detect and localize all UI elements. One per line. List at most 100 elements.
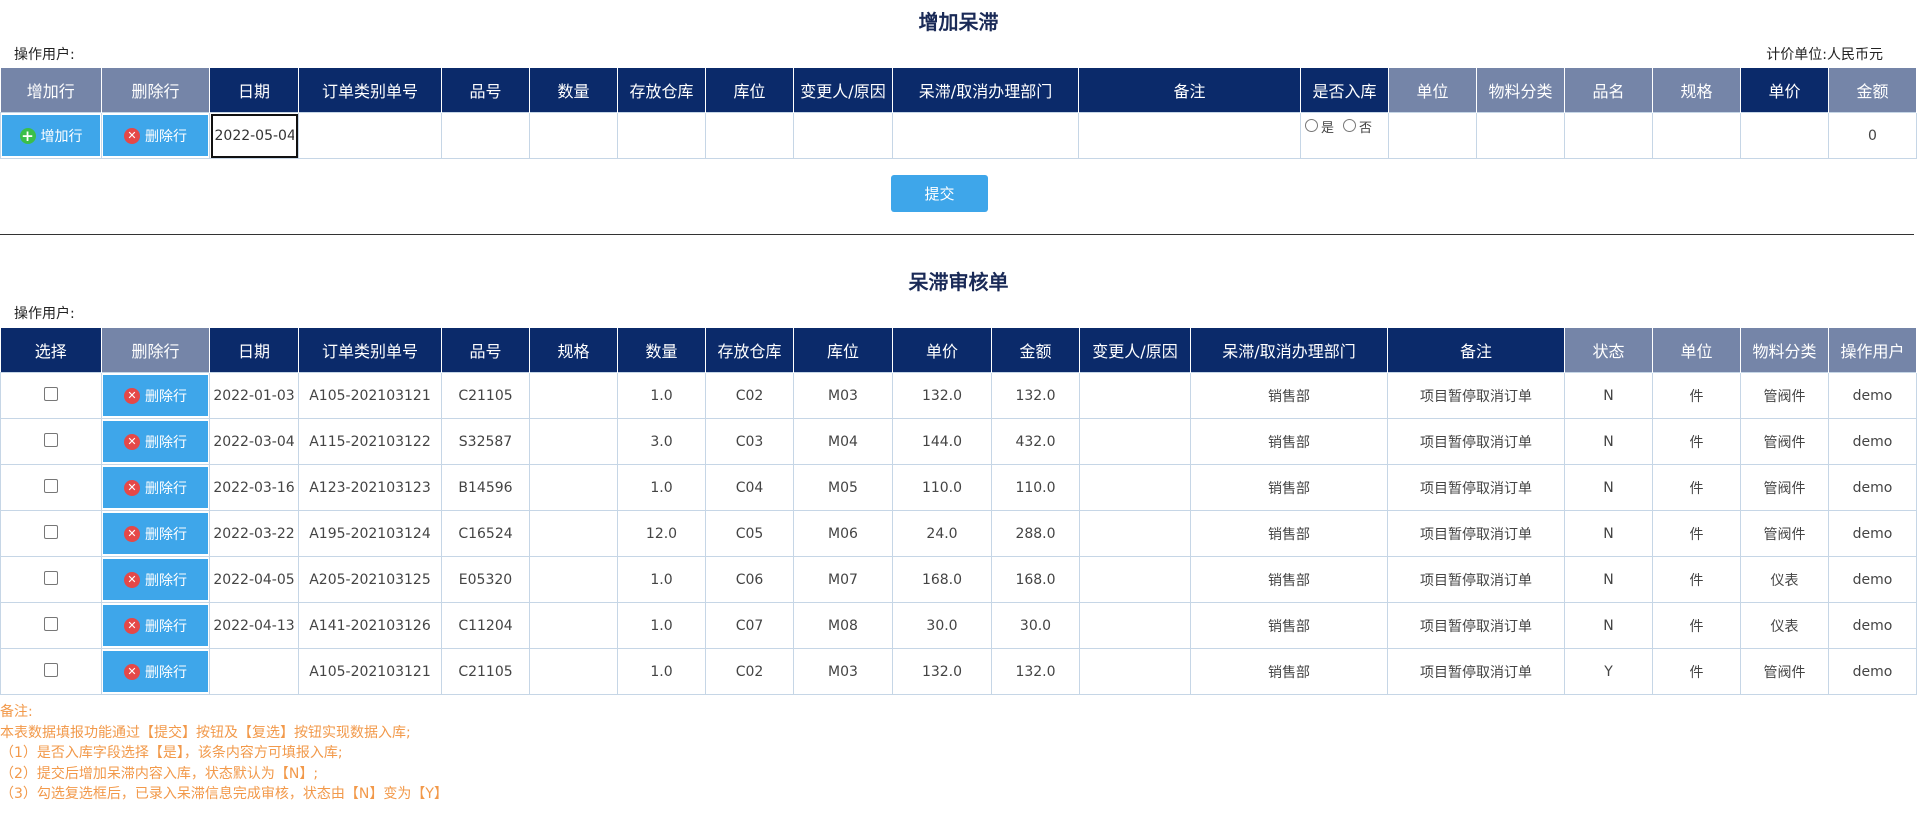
- cell-status: N: [1564, 372, 1653, 419]
- delete-row-cell: ✕ 删除行: [101, 602, 210, 649]
- review-header-cell: 品号: [441, 328, 530, 373]
- warehouse-input-cell[interactable]: [617, 112, 706, 159]
- radio-no[interactable]: [1343, 119, 1357, 132]
- close-circle-icon: ✕: [124, 663, 140, 680]
- review-header-cell: 日期: [209, 328, 299, 373]
- radio-no-label: 否: [1359, 121, 1373, 136]
- delete-row-button[interactable]: ✕ 删除行: [103, 115, 208, 156]
- cell-changer: [1079, 418, 1191, 465]
- select-cell: [0, 464, 102, 511]
- cell-amount: 132.0: [991, 648, 1080, 695]
- cell-price: 144.0: [892, 418, 992, 465]
- table-row: ✕ 删除行 2022-03-22 A195-202103124 C16524 12.0 C0…: [0, 510, 1917, 557]
- cell-price: 24.0: [892, 510, 992, 557]
- add-form-header-cell: 增加行: [0, 68, 102, 113]
- radio-yes-label: 是: [1321, 121, 1335, 136]
- review-header-cell: 订单类别单号: [298, 328, 442, 373]
- add-form-title: 增加呆滞: [918, 10, 999, 34]
- cell-order: A105-202103121: [298, 648, 442, 695]
- cell-note: 项目暂停取消订单: [1387, 602, 1565, 649]
- review-operator-label: 操作用户:: [14, 306, 75, 322]
- cell-note: 项目暂停取消订单: [1387, 464, 1565, 511]
- currency-unit: 计价单位:人民币元: [1766, 44, 1883, 64]
- review-header-cell: 备注: [1387, 328, 1565, 373]
- name-cell[interactable]: [1564, 112, 1653, 159]
- add-form-header-row: 增加行 删除行 日期 订单类别单号 品号 数量 存放仓库 库位 变更人/原因 呆滞/取消办理部门备…: [0, 68, 1917, 113]
- cell-order: A195-202103124: [298, 510, 442, 557]
- close-circle-icon: ✕: [124, 387, 140, 404]
- note-line: （2）提交后增加呆滞内容入库，状态默认为【N】;: [0, 765, 319, 782]
- row-checkbox[interactable]: [44, 570, 58, 585]
- part-input-cell[interactable]: [441, 112, 530, 159]
- cell-amount: 110.0: [991, 464, 1080, 511]
- cell-qty: 1.0: [617, 648, 706, 695]
- delete-row-button[interactable]: ✕ 删除行: [103, 651, 208, 692]
- review-header-cell: 库位: [793, 328, 893, 373]
- row-checkbox[interactable]: [44, 524, 58, 539]
- cell-changer: [1079, 510, 1191, 557]
- delete-row-button[interactable]: ✕ 删除行: [103, 375, 208, 416]
- unit-cell[interactable]: [1388, 112, 1477, 159]
- cell-part: E05320: [441, 556, 530, 603]
- currency-value: 人民币元: [1827, 47, 1883, 63]
- spec-cell[interactable]: [1652, 112, 1741, 159]
- delete-row-button[interactable]: ✕ 删除行: [103, 559, 208, 600]
- cell-note: 项目暂停取消订单: [1387, 510, 1565, 557]
- date-input[interactable]: [210, 113, 298, 158]
- delete-row-button[interactable]: ✕ 删除行: [103, 605, 208, 646]
- delete-row-button[interactable]: ✕ 删除行: [103, 467, 208, 508]
- cell-status: N: [1564, 464, 1653, 511]
- changer-input-cell[interactable]: [793, 112, 893, 159]
- order-input-cell[interactable]: [298, 112, 442, 159]
- cell-dept: 销售部: [1190, 648, 1388, 695]
- row-checkbox[interactable]: [44, 616, 58, 631]
- cell-dept: 销售部: [1190, 464, 1388, 511]
- delete-row-button[interactable]: ✕ 删除行: [103, 421, 208, 462]
- row-checkbox[interactable]: [44, 662, 58, 677]
- review-table: 选择 删除行 日期 订单类别单号 品号 规格 数量 存放仓库 库位 单价 金额 变更人/原因 呆滞/取消…: [0, 328, 1917, 695]
- table-row: ✕ 删除行 2022-03-04 A115-202103122 S32587 3.0 C03…: [0, 418, 1917, 465]
- category-cell[interactable]: [1476, 112, 1565, 159]
- table-row: ✕ 删除行 A105-202103121 C21105 1.0 C02 M03 132.0 13…: [0, 648, 1917, 695]
- cell-warehouse: C07: [705, 602, 794, 649]
- delete-row-cell: ✕ 删除行: [101, 112, 210, 159]
- price-cell[interactable]: [1740, 112, 1829, 159]
- cell-amount: 30.0: [991, 602, 1080, 649]
- add-form-header-cell: 库位: [705, 68, 794, 113]
- cell-part: C11204: [441, 602, 530, 649]
- cell-user: demo: [1828, 648, 1917, 695]
- qty-input-cell[interactable]: [529, 112, 618, 159]
- location-input-cell[interactable]: [705, 112, 794, 159]
- cell-category: 管阀件: [1740, 418, 1829, 465]
- row-checkbox[interactable]: [44, 478, 58, 493]
- note-input-cell[interactable]: [1078, 112, 1301, 159]
- close-circle-icon: ✕: [124, 571, 140, 588]
- add-form-header-cell: 变更人/原因: [793, 68, 893, 113]
- add-form-header-cell: 呆滞/取消办理部门: [892, 68, 1079, 113]
- add-row-button[interactable]: + 增加行: [2, 115, 100, 156]
- note-line: 本表数据填报功能通过【提交】按钮及【复选】按钮实现数据入库;: [0, 724, 411, 741]
- cell-category: 管阀件: [1740, 464, 1829, 511]
- cell-location: M04: [793, 418, 893, 465]
- plus-icon: +: [19, 126, 36, 145]
- delete-row-button[interactable]: ✕ 删除行: [103, 513, 208, 554]
- cell-location: M07: [793, 556, 893, 603]
- add-form-header-cell: 备注: [1078, 68, 1301, 113]
- cell-status: N: [1564, 602, 1653, 649]
- add-form-header-cell: 物料分类: [1476, 68, 1565, 113]
- cell-unit: 件: [1652, 418, 1741, 465]
- row-checkbox[interactable]: [44, 432, 58, 447]
- review-header-cell: 呆滞/取消办理部门: [1190, 328, 1388, 373]
- operator-label: 操作用户:: [14, 47, 75, 63]
- submit-button[interactable]: 提交: [891, 175, 988, 212]
- cell-qty: 1.0: [617, 372, 706, 419]
- cell-location: M06: [793, 510, 893, 557]
- row-checkbox[interactable]: [44, 386, 58, 401]
- cell-order: A105-202103121: [298, 372, 442, 419]
- dept-input-cell[interactable]: [892, 112, 1079, 159]
- select-cell: [0, 418, 102, 465]
- cell-qty: 1.0: [617, 602, 706, 649]
- radio-yes[interactable]: [1305, 119, 1318, 132]
- cell-location: M03: [793, 372, 893, 419]
- delete-row-cell: ✕ 删除行: [101, 556, 210, 603]
